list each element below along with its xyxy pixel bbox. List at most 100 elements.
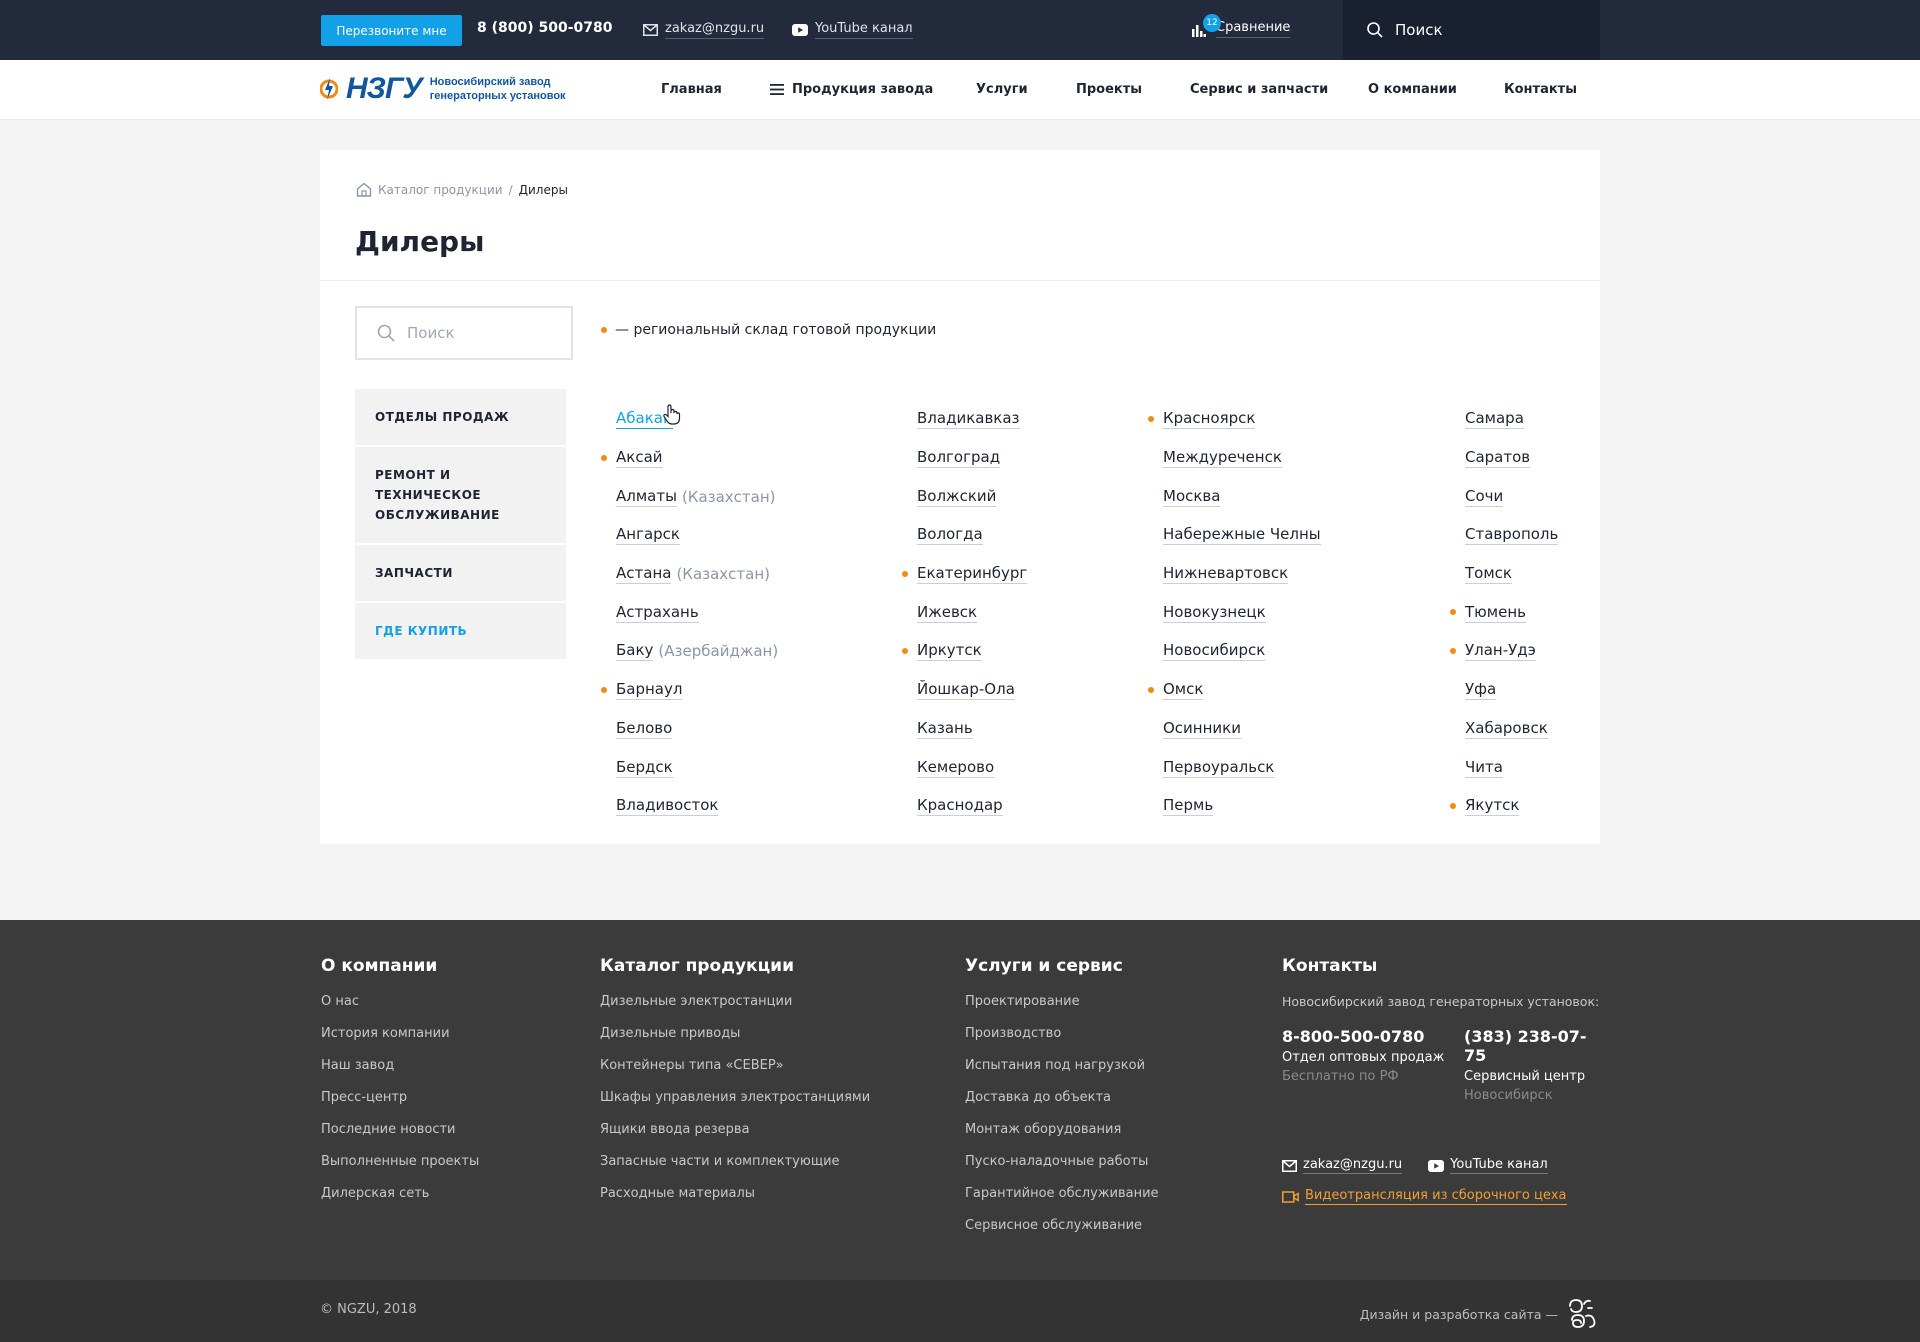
header-youtube-link[interactable]: YouTube канал — [792, 21, 913, 39]
footer-link[interactable]: Расходные материалы — [600, 1186, 870, 1218]
header-search[interactable]: Поиск — [1343, 0, 1600, 60]
city-link[interactable]: Ставрополь — [1465, 525, 1559, 546]
city-link[interactable]: Кемерово — [917, 758, 995, 778]
city-item: Сочи — [1465, 477, 1558, 516]
city-link[interactable]: Тюмень — [1465, 603, 1526, 623]
footer-link[interactable]: Дизельные электростанции — [600, 994, 870, 1026]
nav-projects[interactable]: Проекты — [1076, 82, 1142, 97]
home-icon[interactable] — [356, 182, 372, 197]
footer-link[interactable]: Пуско-наладочные работы — [965, 1154, 1159, 1186]
footer-phone-sales[interactable]: 8-800-500-0780 — [1282, 1027, 1464, 1046]
city-link[interactable]: Волгоград — [917, 448, 1001, 469]
footer-link[interactable]: О нас — [321, 994, 479, 1026]
side-menu-where-to-buy[interactable]: ГДЕ КУПИТЬ — [355, 603, 566, 661]
nav-services[interactable]: Услуги — [976, 82, 1028, 97]
footer-link[interactable]: Дилерская сеть — [321, 1186, 479, 1218]
city-link[interactable]: Сочи — [1465, 487, 1504, 507]
nav-home[interactable]: Главная — [661, 82, 722, 97]
city-link[interactable]: Барнаул — [616, 680, 683, 701]
footer-link[interactable]: Шкафы управления электростанциями — [600, 1090, 870, 1122]
city-link[interactable]: Москва — [1163, 487, 1221, 507]
city-link[interactable]: Самара — [1465, 409, 1524, 430]
city-link[interactable]: Уфа — [1465, 680, 1497, 701]
city-link[interactable]: Ангарск — [616, 525, 680, 546]
side-menu-parts[interactable]: ЗАПЧАСТИ — [355, 545, 566, 603]
city-link[interactable]: Аксай — [616, 448, 663, 469]
city-link[interactable]: Пермь — [1163, 796, 1214, 817]
nav-contacts[interactable]: Контакты — [1504, 82, 1577, 97]
city-link[interactable]: Хабаровск — [1465, 719, 1548, 739]
city-link[interactable]: Набережные Челны — [1163, 525, 1321, 546]
footer-link[interactable]: Запасные части и комплектующие — [600, 1154, 870, 1186]
mail-icon — [1282, 1159, 1297, 1172]
city-link[interactable]: Астана — [616, 564, 672, 585]
city-link[interactable]: Астрахань — [616, 603, 699, 623]
nav-products[interactable]: Продукция завода — [770, 82, 933, 97]
footer-email-link[interactable]: zakaz@nzgu.ru — [1282, 1157, 1403, 1174]
logo[interactable]: НЗГУ Новосибирский завод генераторных ус… — [320, 72, 590, 106]
city-link[interactable]: Томск — [1465, 564, 1512, 585]
city-link[interactable]: Вологда — [917, 525, 983, 546]
city-link[interactable]: Новокузнецк — [1163, 603, 1266, 623]
footer-company-name: Новосибирский завод генераторных установ… — [1282, 994, 1600, 1009]
city-link[interactable]: Волжский — [917, 487, 997, 507]
city-link[interactable]: Междуреченск — [1163, 448, 1282, 469]
city-link[interactable]: Осинники — [1163, 719, 1241, 739]
footer-link[interactable]: Наш завод — [321, 1058, 479, 1090]
city-link[interactable]: Якутск — [1465, 796, 1520, 817]
footer-link[interactable]: Сервисное обслуживание — [965, 1218, 1159, 1250]
city-link[interactable]: Нижневартовск — [1163, 564, 1289, 585]
footer-link[interactable]: Испытания под нагрузкой — [965, 1058, 1159, 1090]
city-link[interactable]: Владикавказ — [917, 409, 1020, 430]
city-link[interactable]: Краснодар — [917, 796, 1003, 817]
header-email-link[interactable]: zakaz@nzgu.ru — [643, 21, 765, 39]
footer-link[interactable]: Дизельные приводы — [600, 1026, 870, 1058]
city-link[interactable]: Баку — [616, 641, 654, 662]
footer-video-link[interactable]: Видеотрансляция из сборочного цеха — [1282, 1188, 1602, 1205]
city-link[interactable]: Первоуральск — [1163, 758, 1275, 778]
city-item: Уфа — [1465, 671, 1558, 710]
footer-link[interactable]: История компании — [321, 1026, 479, 1058]
city-link[interactable]: Бердск — [616, 758, 673, 778]
side-menu-sales[interactable]: ОТДЕЛЫ ПРОДАЖ — [355, 389, 566, 447]
footer-link[interactable]: Ящики ввода резерва — [600, 1122, 870, 1154]
city-link[interactable]: Белово — [616, 719, 673, 739]
nav-about[interactable]: О компании — [1368, 82, 1457, 97]
city-link[interactable]: Алматы — [616, 487, 677, 507]
city-link[interactable]: Иркутск — [917, 641, 982, 662]
city-link[interactable]: Казань — [917, 719, 973, 739]
city-link[interactable]: Омск — [1163, 680, 1204, 701]
footer-link[interactable]: Выполненные проекты — [321, 1154, 479, 1186]
city-link[interactable]: Саратов — [1465, 448, 1531, 469]
city-link[interactable]: Ижевск — [917, 603, 978, 623]
city-item: Иркутск — [902, 632, 1027, 671]
footer-link[interactable]: Контейнеры типа «СЕВЕР» — [600, 1058, 870, 1090]
city-link[interactable]: Екатеринбург — [917, 564, 1028, 585]
city-link[interactable]: Новосибирск — [1163, 641, 1266, 662]
header-phone[interactable]: 8 (800) 500-0780 — [477, 20, 613, 36]
footer-link[interactable]: Пресс-центр — [321, 1090, 479, 1122]
city-link[interactable]: Улан-Удэ — [1465, 641, 1536, 662]
footer-link[interactable]: Проектирование — [965, 994, 1159, 1026]
city-item: Омск — [1148, 671, 1321, 710]
footer-link[interactable]: Доставка до объекта — [965, 1090, 1159, 1122]
footer-link[interactable]: Монтаж оборудования — [965, 1122, 1159, 1154]
breadcrumb-catalog-link[interactable]: Каталог продукции — [378, 183, 503, 197]
city-item: Томск — [1465, 555, 1558, 594]
city-link[interactable]: Владивосток — [616, 796, 719, 817]
developer-credit[interactable]: Дизайн и разработка сайта — — [1360, 1298, 1600, 1330]
footer-link[interactable]: Производство — [965, 1026, 1159, 1058]
footer-phone-service[interactable]: (383) 238-07-75 — [1464, 1027, 1602, 1065]
city-link[interactable]: Чита — [1465, 758, 1503, 778]
side-menu-repair[interactable]: РЕМОНТ И ТЕХНИЧЕСКОЕ ОБСЛУЖИВАНИЕ — [355, 447, 566, 545]
city-link[interactable]: Йошкар-Ола — [917, 680, 1015, 701]
footer-youtube-link[interactable]: YouTube канал — [1428, 1157, 1548, 1174]
dealer-search-input[interactable]: Поиск — [355, 306, 573, 360]
callback-button[interactable]: Перезвоните мне — [321, 15, 462, 46]
city-column-4: Самара Саратов Сочи Ставрополь Томск Тюмень Ул… — [1450, 400, 1559, 826]
city-item: Астана (Казахстан) — [616, 555, 778, 594]
city-link[interactable]: Красноярск — [1163, 409, 1256, 430]
footer-link[interactable]: Последние новости — [321, 1122, 479, 1154]
footer-link[interactable]: Гарантийное обслуживание — [965, 1186, 1159, 1218]
nav-service-parts[interactable]: Сервис и запчасти — [1190, 82, 1328, 97]
